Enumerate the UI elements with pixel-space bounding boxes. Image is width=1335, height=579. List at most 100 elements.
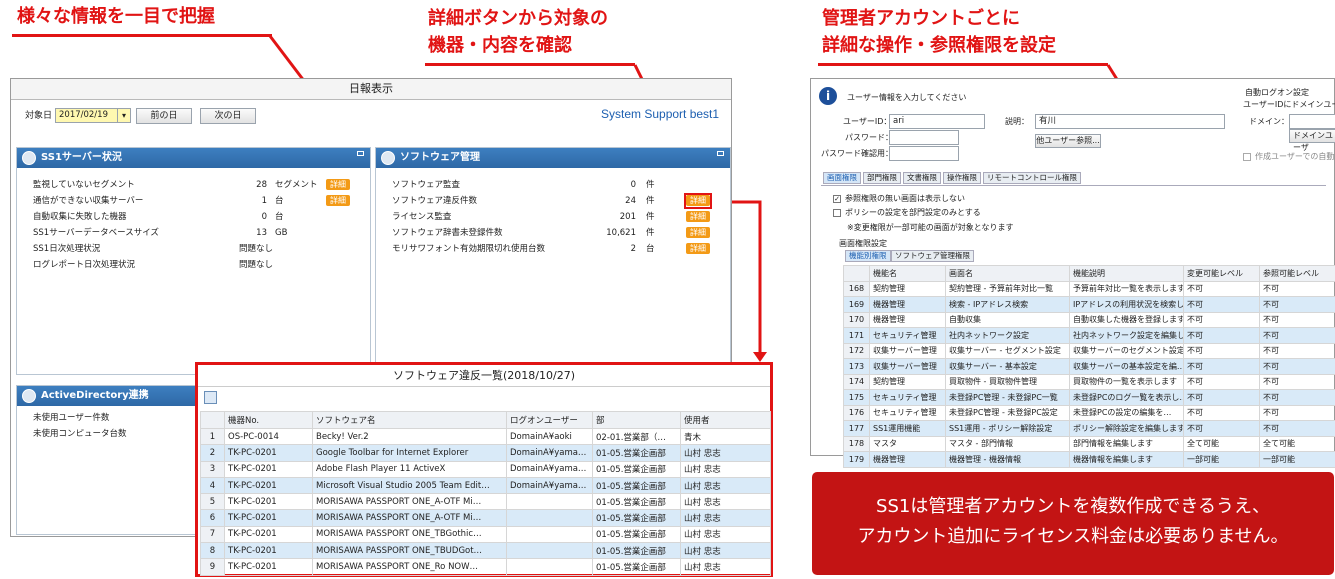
table-row[interactable]: 176 セキュリティ管理 未登録PC管理 - 未登録PC設定 未登録PCの設定の編集を…: [843, 404, 1335, 421]
column-header[interactable]: [843, 265, 870, 282]
table-cell: 機器管理: [869, 311, 946, 328]
table-cell: 山村 忠志: [680, 444, 771, 462]
table-row[interactable]: 168 契約管理 契約管理 - 予算前年対比一覧 予算前年対比一覧を表示します 不可 不可: [843, 280, 1335, 297]
software-row-value: 0: [630, 180, 636, 190]
minimize-icon[interactable]: [357, 151, 364, 156]
detail-button[interactable]: 詳細: [686, 211, 710, 222]
table-cell: 山村 忠志: [680, 509, 771, 527]
column-header[interactable]: 機器No.: [224, 411, 313, 429]
table-row[interactable]: 3 TK-PC-0201 Adobe Flash Player 11 ActiveX…: [200, 460, 771, 478]
table-row[interactable]: 7 TK-PC-0201 MORISAWA PASSPORT ONE_TBGothi…: [200, 525, 771, 544]
column-header[interactable]: [200, 411, 225, 429]
column-header[interactable]: 機能名: [869, 265, 946, 282]
table-cell: 2: [200, 444, 225, 462]
table-row[interactable]: 8 TK-PC-0201 MORISAWA PASSPORT ONE_TBUDGot…: [200, 542, 771, 560]
sub-tab[interactable]: 機能別権限: [845, 250, 891, 262]
sub-tab[interactable]: ソフトウェア管理権限: [891, 250, 974, 262]
table-cell: Google Toolbar for Internet Explorer: [312, 444, 507, 462]
detail-button[interactable]: 詳細: [326, 195, 350, 206]
password-input[interactable]: [889, 130, 959, 145]
table-row[interactable]: 9 TK-PC-0201 MORISAWA PASSPORT ONE_Ro NOW……: [200, 558, 771, 576]
table-cell: [506, 509, 593, 527]
table-cell: TK-PC-0201: [224, 542, 313, 560]
status-row-label: SS1サーバーデータベースサイズ: [33, 228, 159, 238]
table-cell: 不可: [1259, 311, 1335, 328]
detail-button[interactable]: 詳細: [686, 243, 710, 254]
table-cell: TK-PC-0201: [224, 444, 313, 462]
column-header[interactable]: 画面名: [945, 265, 1070, 282]
column-header[interactable]: ログオンユーザー: [506, 411, 593, 429]
chevron-down-icon[interactable]: ▾: [117, 109, 130, 122]
table-cell: TK-PC-0201: [224, 509, 313, 527]
user-settings-window: i ユーザー情報を入力してください ユーザーID： ari パスワード： パスワ…: [810, 78, 1335, 468]
status-row-unit: 台: [275, 196, 284, 206]
table-row[interactable]: 175 セキュリティ管理 未登録PC管理 - 未登録PC一覧 未登録PCのログ一覧を表…: [843, 389, 1335, 406]
table-cell: [506, 525, 593, 544]
permission-tab[interactable]: リモートコントロール権限: [983, 172, 1081, 184]
user-id-input[interactable]: ari: [889, 114, 985, 129]
software-row-value: 201: [619, 212, 636, 222]
note-line-2: アカウント追加にライセンス料金は必要ありません。: [857, 526, 1289, 547]
column-header[interactable]: 機能説明: [1069, 265, 1184, 282]
table-row[interactable]: 4 TK-PC-0201 Microsoft Visual Studio 2005 …: [200, 476, 771, 495]
table-cell: セキュリティ管理: [869, 389, 946, 406]
table-row[interactable]: 5 TK-PC-0201 MORISAWA PASSPORT ONE_A-OTF M…: [200, 493, 771, 511]
note-line-1: SS1は管理者アカウントを複数作成できるうえ、: [876, 496, 1270, 517]
password-confirm-label: パスワード確認用：: [821, 149, 893, 158]
table-row[interactable]: 1 OS-PC-0014 Becky! Ver.2 DomainA¥aoki 02-01…: [200, 427, 771, 446]
prev-day-button[interactable]: 前の日: [136, 108, 192, 124]
detail-button[interactable]: 詳細: [326, 179, 350, 190]
table-cell: DomainA¥aoki: [506, 427, 593, 446]
table-cell: 不可: [1259, 358, 1335, 375]
domain-input[interactable]: [1289, 114, 1335, 129]
minimize-icon[interactable]: [717, 151, 724, 156]
permission-tab[interactable]: 操作権限: [943, 172, 981, 184]
status-row-unit: セグメント: [275, 180, 318, 190]
column-header[interactable]: ソフトウェア名: [312, 411, 507, 429]
permission-tab[interactable]: 画面権限: [823, 172, 861, 184]
directory-icon: [22, 389, 36, 403]
permission-tab[interactable]: 文書権限: [903, 172, 941, 184]
table-row[interactable]: 171 セキュリティ管理 社内ネットワーク設定 社内ネットワーク設定を編集し… 不可 不可: [843, 327, 1335, 344]
password-label: パスワード：: [845, 133, 893, 142]
creator-auto-checkbox[interactable]: [1243, 153, 1251, 161]
table-row[interactable]: 172 収集サーバー管理 収集サーバー - セグメント設定 収集サーバーのセグメント設…: [843, 342, 1335, 359]
table-cell: 8: [200, 542, 225, 560]
prompt-text: ユーザー情報を入力してください: [847, 93, 967, 102]
table-row[interactable]: 170 機器管理 自動収集 自動収集した機器を登録します 不可 不可: [843, 311, 1335, 328]
table-row[interactable]: 177 SS1運用機能 SS1運用 - ポリシー解除設定 ポリシー解除設定を編集します…: [843, 420, 1335, 437]
hide-screens-checkbox[interactable]: ✓: [833, 195, 841, 203]
column-header[interactable]: 使用者: [680, 411, 771, 429]
table-row[interactable]: 169 機器管理 検索 - IPアドレス検索 IPアドレスの利用状況を検索し… 不可 不可: [843, 296, 1335, 313]
table-row[interactable]: 179 機器管理 機器管理 - 機器情報 機器情報を編集します 一部可能 一部可能: [843, 451, 1335, 468]
other-user-button[interactable]: 他ユーザー参照...: [1035, 134, 1101, 148]
table-row[interactable]: 2 TK-PC-0201 Google Toolbar for Internet E…: [200, 444, 771, 462]
domain-note: ユーザーIDにドメインユーザ: [1243, 100, 1335, 109]
policy-dept-checkbox[interactable]: [833, 209, 841, 217]
domain-user-button[interactable]: ドメインユーザ: [1289, 129, 1335, 152]
detail-button[interactable]: 詳細: [686, 227, 710, 238]
table-cell: 01-05.営業企画部: [592, 493, 681, 511]
table-row[interactable]: 173 収集サーバー管理 収集サーバー - 基本設定 収集サーバーの基本設定を編… 不可…: [843, 358, 1335, 375]
software-row-label: ソフトウェア監査: [392, 180, 461, 190]
export-icon[interactable]: [204, 391, 217, 404]
table-row[interactable]: 178 マスタ マスタ - 部門情報 部門情報を編集します 全て可能 全て可能: [843, 435, 1335, 452]
description-input[interactable]: 有川: [1035, 114, 1225, 129]
column-header[interactable]: 参照可能レベル: [1259, 265, 1335, 282]
table-row[interactable]: 174 契約管理 買取物件 - 買取物件管理 買取物件の一覧を表示します 不可 不可: [843, 373, 1335, 390]
table-cell: 不可: [1183, 280, 1260, 297]
permission-tab[interactable]: 部門権限: [863, 172, 901, 184]
table-cell: 山村 忠志: [680, 525, 771, 544]
column-header[interactable]: 変更可能レベル: [1183, 265, 1260, 282]
table-cell: 未登録PCのログ一覧を表示し…: [1069, 389, 1184, 406]
table-cell: 不可: [1259, 420, 1335, 437]
software-row-label: ソフトウェア辞書未登録件数: [392, 228, 503, 238]
table-cell: 契約管理: [869, 280, 946, 297]
software-row-value: 10,621: [606, 228, 636, 238]
column-header[interactable]: 部: [592, 411, 681, 429]
next-day-button[interactable]: 次の日: [200, 108, 256, 124]
table-row[interactable]: 6 TK-PC-0201 MORISAWA PASSPORT ONE_A-OTF M…: [200, 509, 771, 527]
table-cell: 4: [200, 476, 225, 495]
password-confirm-input[interactable]: [889, 146, 959, 161]
table-cell: 機器管理: [869, 451, 946, 468]
